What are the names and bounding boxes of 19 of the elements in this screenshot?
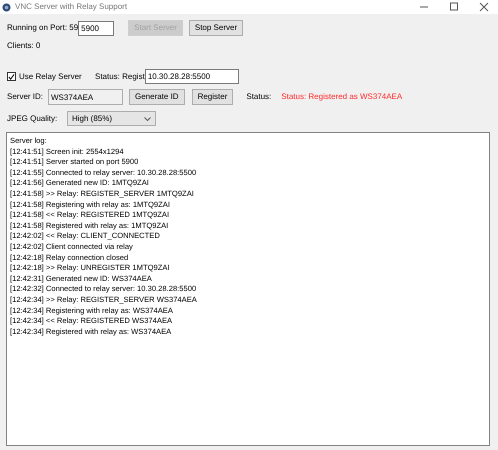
action-button[interactable]: Register [192,89,234,105]
chevron-icon [144,116,151,120]
registration-status: Status: Registered as WS374AEA [281,91,402,103]
port-label: Running on Port: 59 [7,22,78,34]
app-icon [2,2,11,12]
server-id-field[interactable]: WS374AEA [48,89,123,105]
checkmark-icon [8,72,15,80]
action-button[interactable]: Generate ID [129,89,185,105]
relay-address-field[interactable]: 10.30.28.28:5500 [144,69,239,84]
server-id-label: Server ID: [7,91,44,103]
relay-checkbox[interactable]: Use Relay Server [7,70,95,82]
window-title: VNC Server with Relay Support [15,1,128,13]
port-field[interactable]: 5900 [78,20,114,36]
status-label: Status: Regist [95,70,145,82]
status-label: Status: [246,91,272,103]
jpeg-quality-dropdown[interactable]: High (85%) [67,111,156,126]
action-button[interactable]: Stop Server [188,20,244,36]
jpeg-quality-label: JPEG Quality: [7,112,58,124]
clients-count: Clients: 0 [7,40,42,52]
